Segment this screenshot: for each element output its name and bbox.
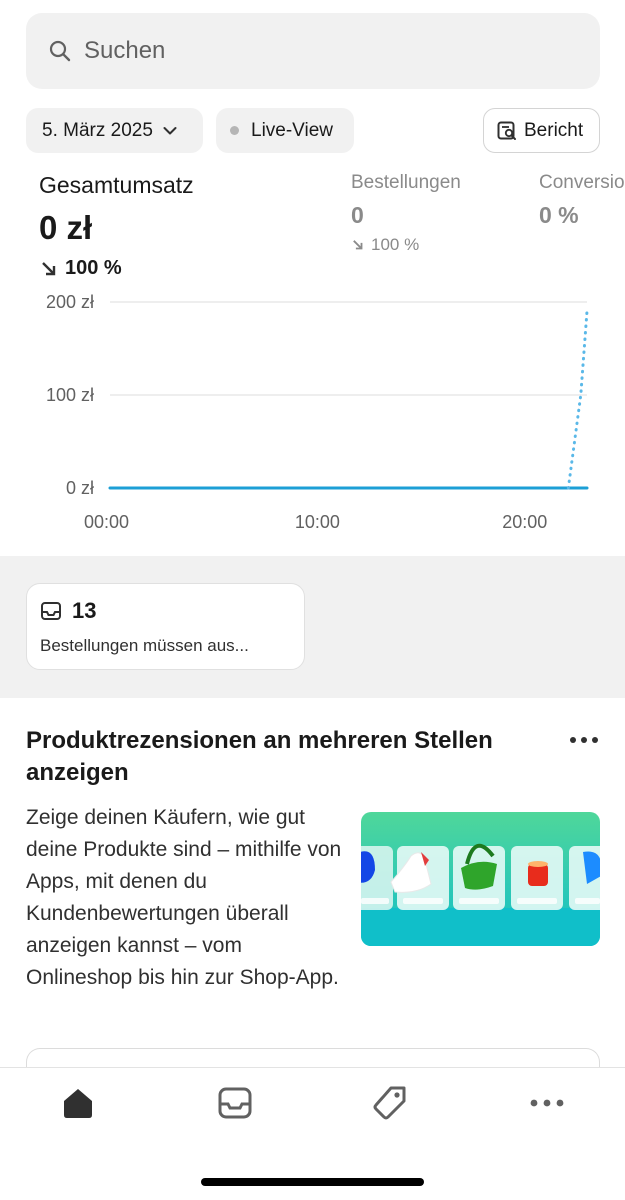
metric-orders[interactable]: Bestellungen 0 100 % [351,172,461,255]
metric-conversion[interactable]: Conversio 0 % [539,172,625,229]
promo-title: Produktrezensionen an mehreren Stellen a… [26,727,493,786]
more-options-icon[interactable] [569,733,599,747]
chevron-down-icon [163,126,177,134]
report-icon [497,121,516,140]
orders-card-label: Bestellungen müssen aus... [40,636,249,655]
product-review-cards-illustration [361,843,600,946]
metric-value: 0 % [539,202,579,228]
live-view-button[interactable]: Live-View [216,108,354,153]
y-tick-label: 0 zł [66,478,94,498]
orders-to-fulfill-card[interactable]: 13 Bestellungen müssen aus... [26,583,305,670]
x-tick-label: 00:00 [84,512,129,532]
promo-body: Zeige deinen Käufern, wie gut deine Prod… [26,806,342,989]
live-status-dot [230,126,239,135]
metric-change-value: 100 % [65,257,122,279]
y-tick-label: 100 zł [46,385,94,405]
date-filter-button[interactable]: 5. März 2025 [26,108,203,153]
metric-title: Gesamtumsatz [39,172,194,198]
live-view-label: Live-View [251,119,334,141]
more-icon[interactable] [527,1083,567,1123]
metric-change: 100 % [39,257,194,280]
x-tick-label: 10:00 [295,512,340,532]
search-input[interactable]: Suchen [26,13,600,89]
comparison-line [566,309,589,490]
promo-illustration [361,812,600,946]
report-button[interactable]: Bericht [483,108,600,153]
arrow-down-right-icon [353,240,363,250]
metric-title: Bestellungen [351,172,461,193]
metric-value: 0 zł [39,209,93,246]
date-label: 5. März 2025 [42,119,153,141]
tag-icon[interactable] [370,1083,410,1123]
home-icon[interactable] [58,1083,98,1123]
search-icon [49,40,71,62]
metric-change-value: 100 % [371,235,420,254]
report-label: Bericht [524,119,584,141]
inbox-icon [41,602,61,620]
orders-count: 13 [72,598,97,623]
home-screen: Suchen 5. März 2025 Live-View Bericht Ge… [0,0,625,1200]
metric-value: 0 [351,202,364,228]
x-tick-label: 20:00 [502,512,547,532]
arrow-down-right-icon [42,261,56,275]
y-tick-label: 200 zł [46,292,94,312]
metric-total-sales[interactable]: Gesamtumsatz 0 zł 100 % [39,172,194,280]
sales-chart[interactable]: 200 zł 100 zł 0 zł 00:00 10:00 20:00 [0,280,625,550]
metric-change: 100 % [351,235,461,255]
home-indicator [201,1178,424,1186]
search-placeholder: Suchen [84,37,166,64]
metric-title: Conversio [539,172,625,193]
inbox-icon[interactable] [215,1083,255,1123]
